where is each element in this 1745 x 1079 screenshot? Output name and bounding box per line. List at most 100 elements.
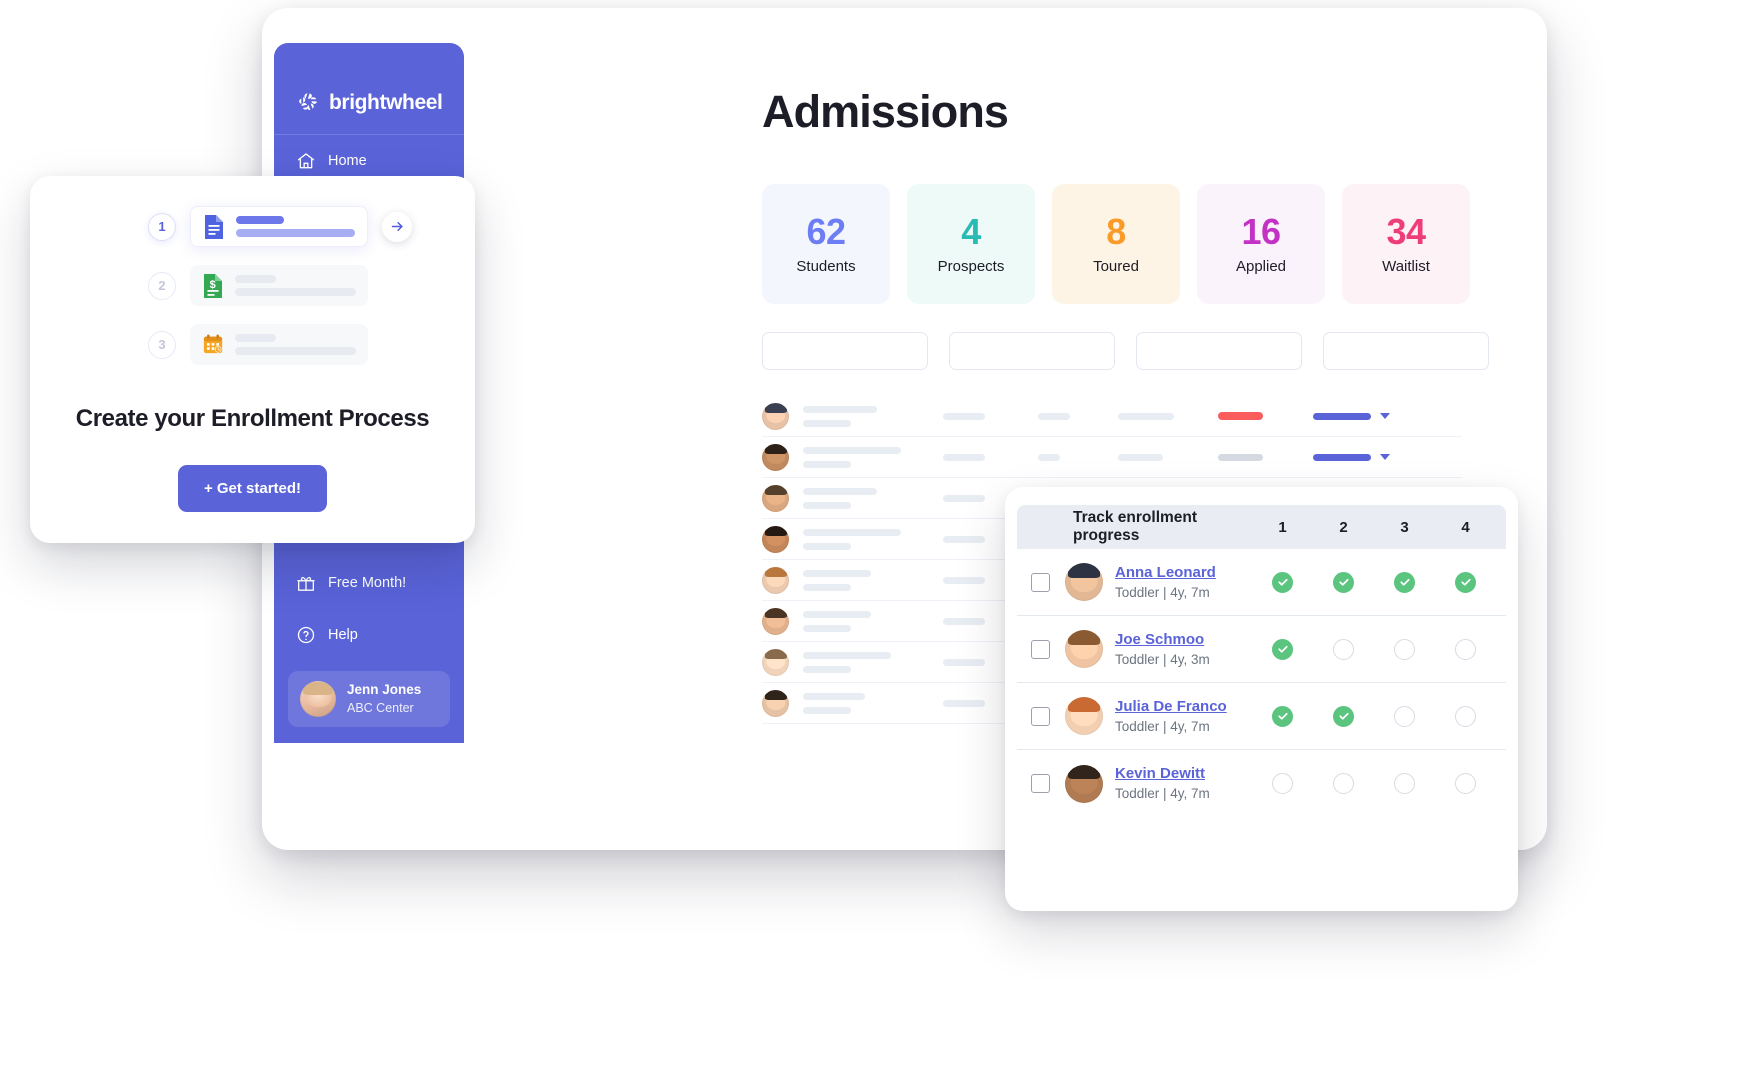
track-enrollment-progress-card: Track enrollment progress 1 2 3 4 Anna Leon… [1005,487,1518,911]
row-name-placeholder [803,528,943,550]
progress-step-cell [1435,773,1496,794]
step-number-badge: 2 [148,271,176,300]
avatar [762,648,789,676]
step-card[interactable] [190,324,368,365]
step-incomplete-circle-icon[interactable] [1272,773,1293,794]
row-cell-4 [1118,453,1218,461]
step-placeholder-lines [235,275,356,296]
progress-step-cell [1435,571,1496,593]
avatar [762,484,789,512]
enrollment-card-title: Create your Enrollment Process [75,405,430,432]
filter-input-3[interactable] [1136,332,1302,370]
gift-icon [296,573,316,593]
sidebar-profile-card[interactable]: Jenn Jones ABC Center [288,671,450,727]
stats-row: 62 Students 4 Prospects 8 Toured 16 Applied 34 Wa… [762,184,1547,304]
step-incomplete-circle-icon[interactable] [1394,705,1415,727]
step-incomplete-circle-icon[interactable] [1455,705,1476,727]
row-name-placeholder [803,569,943,591]
progress-step-cell [1313,705,1374,727]
table-row[interactable] [762,396,1462,437]
step-card[interactable] [190,206,368,247]
invoice-dollar-icon: $ [202,273,224,299]
filter-input-2[interactable] [949,332,1115,370]
progress-column-4: 4 [1461,518,1470,536]
stat-label: Students [796,257,856,275]
table-row[interactable] [762,437,1462,478]
row-checkbox[interactable] [1031,639,1050,659]
stat-card-toured[interactable]: 8 Toured [1052,184,1180,304]
avatar [762,402,789,430]
step-incomplete-circle-icon[interactable] [1333,773,1354,794]
home-icon [296,151,316,171]
stat-value: 8 [1106,210,1126,252]
enrollment-step-2[interactable]: 2 $ [148,265,475,306]
brand-logo[interactable]: brightwheel [274,43,464,135]
progress-column-3: 3 [1400,518,1409,536]
step-complete-check-icon[interactable] [1272,705,1293,727]
row-checkbox[interactable] [1031,572,1050,592]
row-status-badge [1218,412,1313,420]
stat-label: Applied [1235,257,1287,275]
stat-label: Prospects [937,257,1005,275]
brightwheel-pinwheel-icon [296,91,320,115]
document-icon [203,214,225,240]
step-incomplete-circle-icon[interactable] [1333,638,1354,660]
stat-card-applied[interactable]: 16 Applied [1197,184,1325,304]
row-checkbox[interactable] [1031,706,1050,726]
progress-step-cell [1313,571,1374,593]
avatar [762,443,789,471]
sidebar-item-free-month[interactable]: Free Month! [274,557,464,609]
step-complete-check-icon[interactable] [1333,705,1354,727]
profile-name: Jenn Jones [347,682,422,698]
step-incomplete-circle-icon[interactable] [1455,773,1476,794]
student-name-link[interactable]: Joe Schmoo [1115,629,1210,650]
progress-step-cell [1374,705,1435,727]
step-incomplete-circle-icon[interactable] [1394,638,1415,660]
stat-value: 62 [806,210,846,252]
step-complete-check-icon[interactable] [1272,571,1293,593]
avatar [762,525,789,553]
student-details: Toddler | 4y, 3m [1115,651,1210,667]
row-name-placeholder [803,405,943,427]
row-action-dropdown[interactable] [1313,412,1408,420]
step-complete-check-icon[interactable] [1333,571,1354,593]
step-complete-check-icon[interactable] [1394,571,1415,593]
avatar [1065,697,1103,735]
progress-step-cell [1313,638,1374,660]
step-card[interactable]: $ [190,265,368,306]
progress-step-cell [1252,705,1313,727]
get-started-button[interactable]: + Get started! [177,465,328,512]
screenshot-stage: brightwheel Home Free Month! Help Jenn J… [0,0,1745,1079]
row-name-placeholder [803,651,943,673]
filter-input-4[interactable] [1323,332,1489,370]
step-incomplete-circle-icon[interactable] [1394,773,1415,794]
step-complete-check-icon[interactable] [1455,571,1476,593]
stat-card-prospects[interactable]: 4 Prospects [907,184,1035,304]
chevron-down-icon [1380,454,1390,460]
student-name-link[interactable]: Anna Leonard [1115,562,1216,583]
enrollment-step-1[interactable]: 1 [148,206,475,247]
student-name-link[interactable]: Kevin Dewitt [1115,763,1210,784]
row-checkbox[interactable] [1031,774,1050,793]
row-status-badge [1218,453,1313,461]
progress-step-cell [1252,773,1313,794]
student-details: Toddler | 4y, 7m [1115,786,1210,802]
student-info: Julia De Franco Toddler | 4y, 7m [1115,696,1227,737]
step-incomplete-circle-icon[interactable] [1455,638,1476,660]
progress-row: Joe Schmoo Toddler | 4y, 3m [1017,616,1506,683]
progress-column-1: 1 [1278,518,1287,536]
stat-card-students[interactable]: 62 Students [762,184,890,304]
sidebar-bottom-section: Free Month! Help Jenn Jones ABC Center [274,557,464,743]
student-name-link[interactable]: Julia De Franco [1115,696,1227,717]
arrow-right-icon[interactable] [382,211,412,242]
student-details: Toddler | 4y, 7m [1115,718,1210,734]
filter-input-1[interactable] [762,332,928,370]
row-action-dropdown[interactable] [1313,453,1408,461]
student-details: Toddler | 4y, 7m [1115,584,1210,600]
stat-label: Waitlist [1382,257,1430,275]
enrollment-step-3[interactable]: 3 [148,324,475,365]
step-complete-check-icon[interactable] [1272,638,1293,660]
step-number-badge: 1 [148,212,176,241]
sidebar-item-help[interactable]: Help [274,609,464,661]
stat-card-waitlist[interactable]: 34 Waitlist [1342,184,1470,304]
